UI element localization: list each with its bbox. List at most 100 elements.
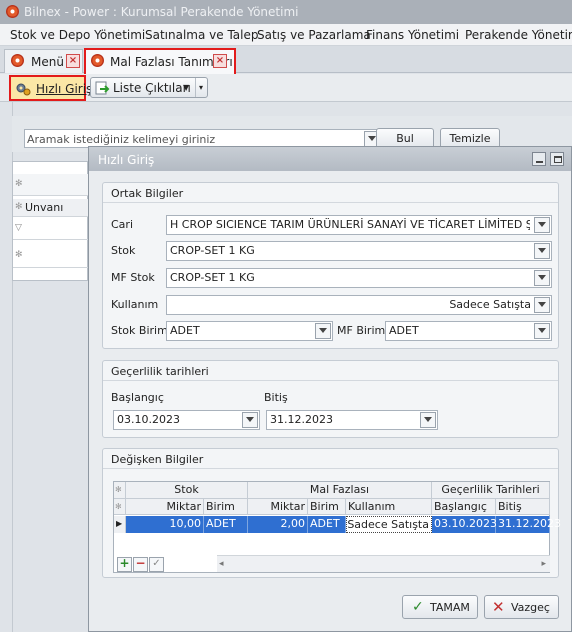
unit-value: ADET	[170, 324, 200, 337]
general-info-title: Ortak Bilgiler	[111, 187, 184, 200]
unit-field[interactable]: ADET	[166, 321, 333, 341]
gears-icon	[16, 83, 31, 96]
menu-retail[interactable]: Perakende Yönetimi	[465, 28, 572, 42]
mf-unit-field[interactable]: ADET	[385, 321, 552, 341]
column-bonus-unit[interactable]: Birim	[308, 499, 346, 515]
column-stock-unit[interactable]: Birim	[204, 499, 248, 515]
variable-info-title: Değişken Bilgiler	[111, 453, 204, 466]
export-icon	[95, 81, 110, 95]
cell-bonus-unit[interactable]: ADET	[308, 516, 346, 533]
menu-sales[interactable]: Satış ve Pazarlama	[257, 28, 371, 42]
validity-title: Geçerlilik tarihleri	[111, 365, 209, 378]
chevron-down-icon[interactable]	[242, 412, 258, 428]
end-date-label: Bitiş	[264, 391, 288, 404]
grid-header-row: ✻ Unvanı	[13, 199, 89, 217]
dialog-title-bar: Hızlı Giriş	[89, 147, 571, 171]
group-separator	[103, 468, 558, 469]
background-grid: ✻ ✻ Unvanı ▽ ✻	[12, 161, 89, 281]
group-separator	[103, 380, 558, 381]
column-end[interactable]: Bitiş	[496, 499, 550, 515]
stok-value: CROP-SET 1 KG	[170, 244, 255, 257]
minimize-icon[interactable]	[532, 152, 546, 166]
toolbar: Hızlı Giriş Liste Çıktıları ▼ ▾	[0, 74, 572, 102]
column-bonus-qty[interactable]: Miktar	[248, 499, 308, 515]
cancel-x-icon: ✕	[492, 598, 505, 616]
cell-start[interactable]: 03.10.2023	[432, 516, 497, 533]
column-stock-qty[interactable]: Miktar	[126, 499, 204, 515]
ok-label: TAMAM	[430, 601, 470, 614]
menu-purchase[interactable]: Satınalma ve Talep	[145, 28, 259, 42]
mf-stok-label: MF Stok	[111, 271, 155, 284]
row-indicator[interactable]: ▶	[114, 516, 126, 533]
cell-usage[interactable]: Sadece Satışta	[346, 516, 432, 533]
app-logo-icon	[6, 5, 19, 18]
quick-entry-button[interactable]: Hızlı Giriş	[9, 75, 92, 101]
chevron-down-icon[interactable]	[534, 243, 550, 259]
dropdown-arrow-icon: ▼	[183, 83, 190, 92]
grid-corner: ✻	[114, 499, 126, 515]
chevron-down-icon[interactable]: ▾	[199, 83, 203, 92]
cell-stock-qty[interactable]: 10,00	[126, 516, 204, 533]
tab-logo-icon	[91, 54, 104, 67]
chevron-down-icon[interactable]	[534, 323, 550, 339]
stok-label: Stok	[111, 244, 136, 257]
add-row-icon[interactable]: +	[117, 557, 132, 572]
tab-logo-icon	[11, 54, 24, 67]
cell-end[interactable]: 31.12.2023	[496, 516, 561, 533]
quick-entry-dialog: Hızlı Giriş Ortak Bilgiler Cari H CROP S…	[88, 146, 572, 632]
end-date-value: 31.12.2023	[270, 413, 333, 426]
filter-icon: ▽	[15, 223, 22, 233]
search-placeholder: Aramak istediğiniz kelimeyi giriniz	[27, 133, 216, 146]
usage-field[interactable]: Sadece Satışta	[166, 295, 552, 315]
horizontal-scrollbar[interactable]: ◂ ▸	[217, 555, 550, 572]
chevron-down-icon[interactable]	[420, 412, 436, 428]
end-date-field[interactable]: 31.12.2023	[266, 410, 438, 430]
menu-stock[interactable]: Stok ve Depo Yönetimi	[10, 28, 145, 42]
grid-filter-row[interactable]: ▽	[13, 218, 89, 240]
asterisk-icon: ✻	[15, 202, 23, 212]
list-outputs-button[interactable]: Liste Çıktıları ▼ ▾	[90, 77, 208, 98]
start-date-field[interactable]: 03.10.2023	[113, 410, 260, 430]
tab-menu[interactable]: Menü ×	[4, 49, 83, 73]
cari-field[interactable]: H CROP SICIENCE TARIM ÜRÜNLERİ SANAYİ VE…	[166, 215, 552, 235]
usage-label: Kullanım	[111, 298, 159, 311]
close-icon[interactable]: ×	[213, 54, 227, 68]
general-info-group: Ortak Bilgiler Cari H CROP SICIENCE TARI…	[102, 182, 559, 349]
tab-mal-fazlasi[interactable]: Mal Fazlası Tanımları ×	[84, 48, 236, 77]
chevron-down-icon[interactable]	[534, 217, 550, 233]
band-stock: Stok	[126, 482, 248, 499]
group-separator	[103, 202, 558, 203]
title-bar: Bilnex - Power : Kurumsal Perakende Yöne…	[0, 0, 572, 24]
mf-unit-label: MF Birimi	[337, 324, 389, 337]
maximize-icon[interactable]	[550, 152, 564, 166]
quick-entry-label: Hızlı Giriş	[36, 82, 93, 96]
cell-bonus-qty[interactable]: 2,00	[248, 516, 308, 533]
column-usage[interactable]: Kullanım	[346, 499, 432, 515]
cell-stock-unit[interactable]: ADET	[204, 516, 248, 533]
usage-value: Sadece Satışta	[449, 298, 531, 311]
tab-bar: Menü × Mal Fazlası Tanımları ×	[0, 46, 572, 77]
mf-stok-field[interactable]: CROP-SET 1 KG	[166, 268, 552, 288]
asterisk-icon: ✻	[15, 250, 23, 260]
cari-value: H CROP SICIENCE TARIM ÜRÜNLERİ SANAYİ VE…	[170, 218, 530, 231]
grid-new-row[interactable]: ✻	[13, 242, 89, 268]
menu-finance[interactable]: Finans Yönetimi	[366, 28, 459, 42]
close-icon[interactable]: ×	[66, 54, 80, 68]
checkmark-icon: ✓	[412, 599, 424, 615]
delete-row-icon[interactable]: −	[133, 557, 148, 572]
dialog-title: Hızlı Giriş	[98, 153, 155, 167]
check-icon[interactable]: ✓	[149, 557, 164, 572]
chevron-down-icon[interactable]	[534, 297, 550, 313]
cancel-button[interactable]: ✕ Vazgeç	[484, 595, 559, 619]
stok-field[interactable]: CROP-SET 1 KG	[166, 241, 552, 261]
column-start[interactable]: Başlangıç	[432, 499, 496, 515]
scroll-left-icon[interactable]: ◂	[219, 559, 224, 569]
band-validity: Geçerlilik Tarihleri	[432, 482, 550, 499]
scroll-right-icon[interactable]: ▸	[541, 559, 546, 569]
ok-button[interactable]: ✓ TAMAM	[402, 595, 478, 619]
column-unvani[interactable]: Unvanı	[25, 201, 63, 214]
chevron-down-icon[interactable]	[534, 270, 550, 286]
variable-info-group: Değişken Bilgiler ✻ Stok Mal Fazlası Geç…	[102, 448, 561, 578]
chevron-down-icon[interactable]	[315, 323, 331, 339]
validity-group: Geçerlilik tarihleri Başlangıç 03.10.202…	[102, 360, 559, 438]
